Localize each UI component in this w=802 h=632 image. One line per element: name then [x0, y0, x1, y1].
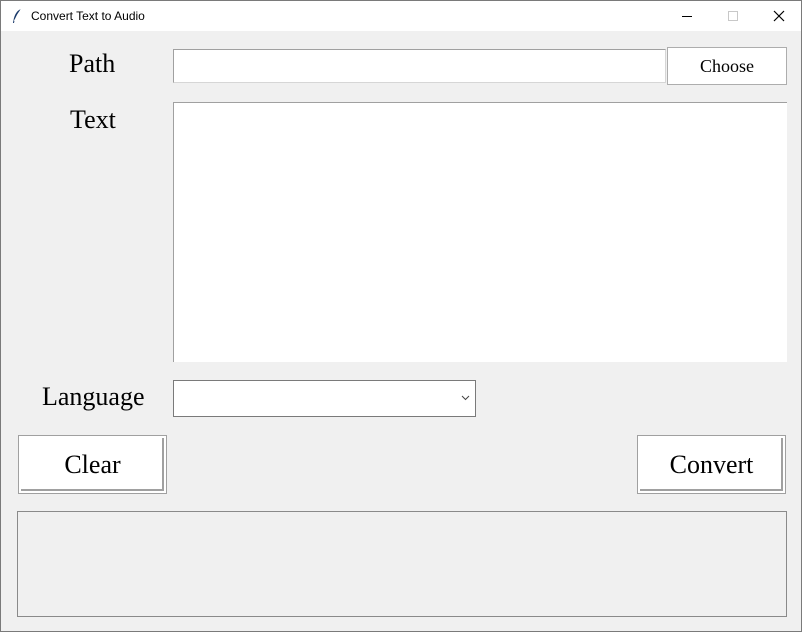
maximize-button[interactable]	[710, 1, 756, 31]
path-input[interactable]	[173, 49, 666, 83]
window-title: Convert Text to Audio	[31, 9, 145, 23]
text-label: Text	[70, 105, 116, 134]
minimize-icon	[682, 16, 692, 17]
close-icon	[773, 10, 785, 22]
convert-button[interactable]: Convert	[637, 435, 786, 494]
feather-icon	[11, 8, 23, 24]
app-window: Convert Text to Audio Path Choose Text L…	[0, 0, 802, 632]
minimize-button[interactable]	[664, 1, 710, 31]
clear-button[interactable]: Clear	[18, 435, 167, 494]
title-bar[interactable]: Convert Text to Audio	[1, 1, 801, 31]
path-label: Path	[69, 49, 116, 78]
text-area[interactable]	[173, 102, 787, 362]
choose-button[interactable]: Choose	[667, 47, 787, 85]
chevron-down-icon	[461, 395, 470, 401]
language-select[interactable]	[173, 380, 476, 417]
output-box	[17, 511, 787, 617]
close-button[interactable]	[756, 1, 802, 31]
maximize-icon	[728, 11, 738, 21]
language-label: Language	[42, 382, 145, 411]
